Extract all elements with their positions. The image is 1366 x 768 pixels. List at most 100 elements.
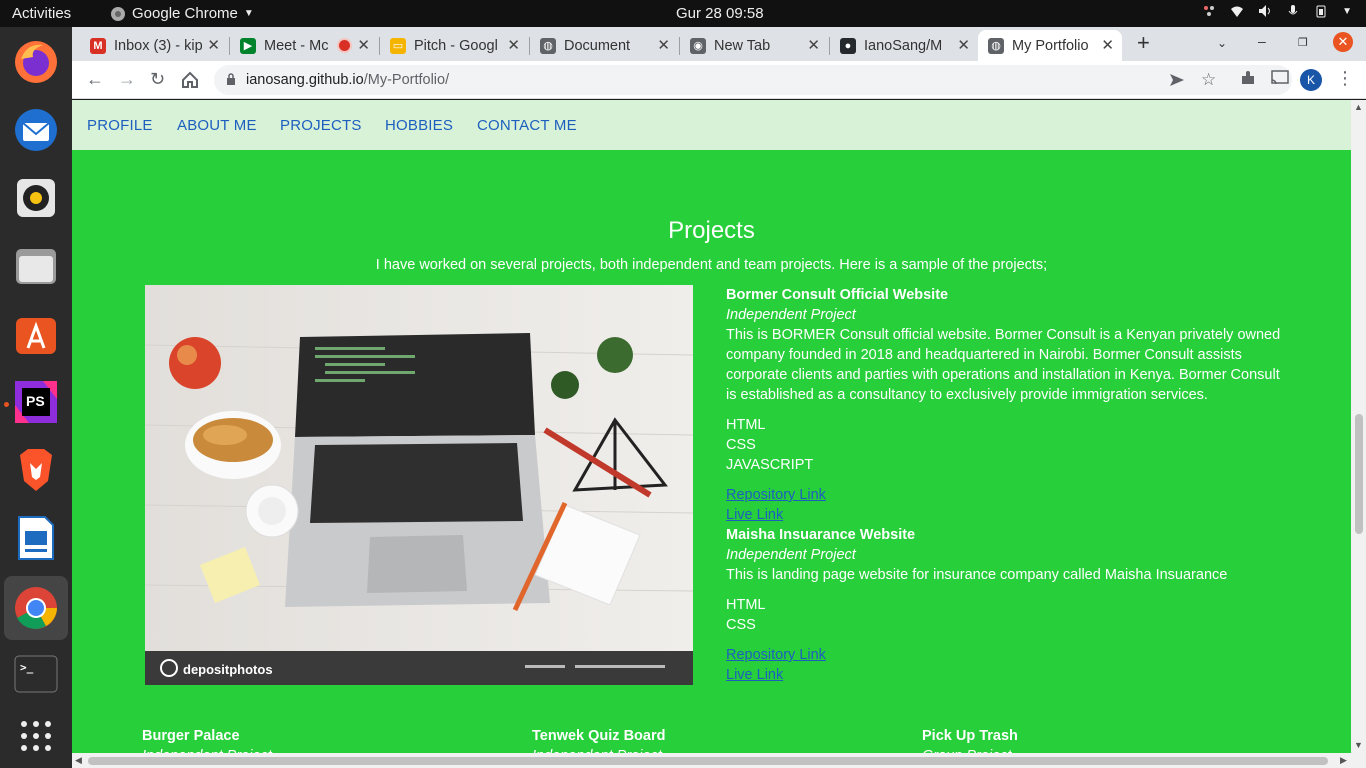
profile-avatar[interactable]: K — [1300, 69, 1322, 91]
software-launcher[interactable] — [10, 308, 62, 360]
thunderbird-launcher[interactable] — [10, 104, 62, 156]
horizontal-scrollbar[interactable]: ◀ ▶ — [72, 753, 1366, 768]
nav-link-projects[interactable]: PROJECTS — [280, 117, 362, 134]
firefox-launcher[interactable] — [10, 36, 62, 88]
cast-icon[interactable] — [1271, 70, 1289, 86]
system-tray[interactable]: ▼ — [1202, 4, 1352, 18]
phpstorm-launcher[interactable]: PS — [10, 376, 62, 428]
send-to-device-icon[interactable] — [1169, 73, 1185, 87]
browser-tab[interactable]: ◉ New Tab ✕ — [680, 30, 828, 61]
watermark-logo: depositphotos — [183, 662, 273, 677]
project-card: Tenwek Quiz Board Independent Project — [532, 726, 665, 753]
files-launcher[interactable] — [10, 240, 62, 292]
close-tab-icon[interactable]: ✕ — [207, 36, 220, 54]
tech-item: CSS — [726, 617, 756, 633]
chevron-down-icon: ▼ — [243, 8, 254, 19]
menu-kebab-icon[interactable]: ⋮ — [1336, 68, 1354, 89]
power-menu-icon: ▼ — [1342, 5, 1352, 17]
browser-tab[interactable]: ● IanoSang/M ✕ — [830, 30, 978, 61]
scroll-thumb[interactable] — [1355, 414, 1363, 534]
chrome-icon — [15, 587, 57, 629]
back-button[interactable]: ← — [86, 69, 104, 90]
gmail-icon: M — [90, 37, 106, 54]
github-icon: ● — [840, 37, 856, 54]
live-link[interactable]: Live Link — [726, 505, 1286, 525]
address-bar[interactable]: ianosang.github.io/My-Portfolio/ ☆ — [214, 65, 1292, 95]
chrome-icon: ◉ — [690, 37, 706, 54]
restore-button[interactable]: ❐ — [1298, 36, 1308, 49]
browser-tab[interactable]: ◍ Document ✕ — [530, 30, 678, 61]
minimize-button[interactable]: – — [1258, 33, 1266, 49]
app-menu-label: Google Chrome — [132, 5, 238, 22]
writer-launcher[interactable] — [10, 512, 62, 564]
close-tab-icon[interactable]: ✕ — [507, 36, 520, 54]
nav-link-contact-me[interactable]: CONTACT ME — [477, 117, 577, 134]
vertical-scrollbar[interactable]: ▲ ▼ — [1351, 100, 1366, 753]
browser-tab[interactable]: ◍ My Portfolio ✕ — [978, 30, 1122, 61]
scroll-right-icon[interactable]: ▶ — [1340, 755, 1347, 766]
extensions-icon[interactable] — [1240, 70, 1256, 86]
terminal-launcher[interactable]: >_ — [10, 648, 62, 700]
scroll-left-icon[interactable]: ◀ — [75, 755, 82, 766]
clock[interactable]: Gur 28 09:58 — [676, 5, 764, 22]
project-name: Tenwek Quiz Board — [532, 728, 666, 744]
chrome-launcher[interactable] — [4, 576, 68, 640]
site-navbar: PROFILE ABOUT ME PROJECTS HOBBIES CONTAC… — [72, 100, 1351, 150]
project-description: This is BORMER Consult official website.… — [726, 327, 1281, 403]
nav-link-hobbies[interactable]: HOBBIES — [385, 117, 453, 134]
tab-strip: M Inbox (3) - kip ✕ ▶ Meet - Mc ✕ ▭ Pitch - Goo… — [72, 27, 1366, 61]
lock-icon — [227, 73, 235, 85]
wifi-icon — [1231, 6, 1244, 17]
battery-icon — [1316, 5, 1326, 18]
forward-button[interactable]: → — [118, 69, 136, 90]
scroll-down-icon[interactable]: ▼ — [1354, 740, 1363, 750]
recording-indicator-icon — [339, 40, 350, 51]
tech-item: HTML — [726, 597, 766, 613]
tech-item: HTML — [726, 417, 766, 433]
project-name: Maisha Insuarance Website — [726, 527, 916, 543]
browser-tab[interactable]: ▭ Pitch - Googl ✕ — [380, 30, 528, 61]
terminal-icon: >_ — [14, 655, 58, 693]
close-tab-icon[interactable]: ✕ — [357, 36, 370, 54]
url-host: ianosang.github.io — [246, 72, 364, 88]
reload-button[interactable]: ↻ — [150, 69, 165, 90]
close-tab-icon[interactable]: ✕ — [657, 36, 670, 54]
chrome-icon — [111, 6, 125, 21]
new-tab-button[interactable]: + — [1137, 30, 1150, 56]
close-tab-icon[interactable]: ✕ — [807, 36, 820, 54]
browser-tab[interactable]: M Inbox (3) - kip ✕ — [80, 30, 228, 61]
live-link[interactable]: Live Link — [726, 665, 1286, 685]
repository-link[interactable]: Repository Link — [726, 645, 1286, 665]
brave-icon — [20, 449, 52, 491]
bookmark-star-icon[interactable]: ☆ — [1201, 70, 1216, 90]
show-apps-button[interactable] — [10, 710, 62, 762]
tech-item: JAVASCRIPT — [726, 457, 814, 473]
system-top-bar: Activities Google Chrome ▼ Gur 28 09:58 … — [0, 0, 1366, 27]
brave-launcher[interactable] — [10, 444, 62, 496]
rhythmbox-launcher[interactable] — [10, 172, 62, 224]
home-button[interactable] — [181, 71, 199, 89]
nav-link-profile[interactable]: PROFILE — [87, 117, 153, 134]
svg-text:PS: PS — [26, 393, 45, 409]
browser-tab[interactable]: ▶ Meet - Mc ✕ — [230, 30, 378, 61]
svg-text:>_: >_ — [20, 661, 34, 674]
dock: PS >_ — [0, 27, 72, 768]
app-grid-icon — [21, 721, 51, 751]
scroll-up-icon[interactable]: ▲ — [1354, 102, 1363, 112]
scroll-thumb[interactable] — [88, 757, 1328, 765]
activities-button[interactable]: Activities — [12, 5, 71, 22]
rhythmbox-icon — [17, 179, 55, 217]
close-tab-icon[interactable]: ✕ — [1101, 36, 1114, 54]
repository-link[interactable]: Repository Link — [726, 485, 1286, 505]
close-window-button[interactable]: ✕ — [1333, 32, 1353, 52]
tab-title: Pitch - Googl — [414, 37, 498, 54]
project-name: Bormer Consult Official Website — [726, 287, 949, 303]
tab-title: IanoSang/M — [864, 37, 943, 54]
tab-title: New Tab — [714, 37, 771, 54]
url-path: /My-Portfolio/ — [363, 72, 450, 88]
project-card: Burger Palace Independent Project — [142, 726, 272, 753]
close-tab-icon[interactable]: ✕ — [957, 36, 970, 54]
app-menu[interactable]: Google Chrome ▼ — [110, 5, 254, 22]
tab-search-icon[interactable]: ⌄ — [1217, 36, 1227, 50]
nav-link-about-me[interactable]: ABOUT ME — [177, 117, 257, 134]
